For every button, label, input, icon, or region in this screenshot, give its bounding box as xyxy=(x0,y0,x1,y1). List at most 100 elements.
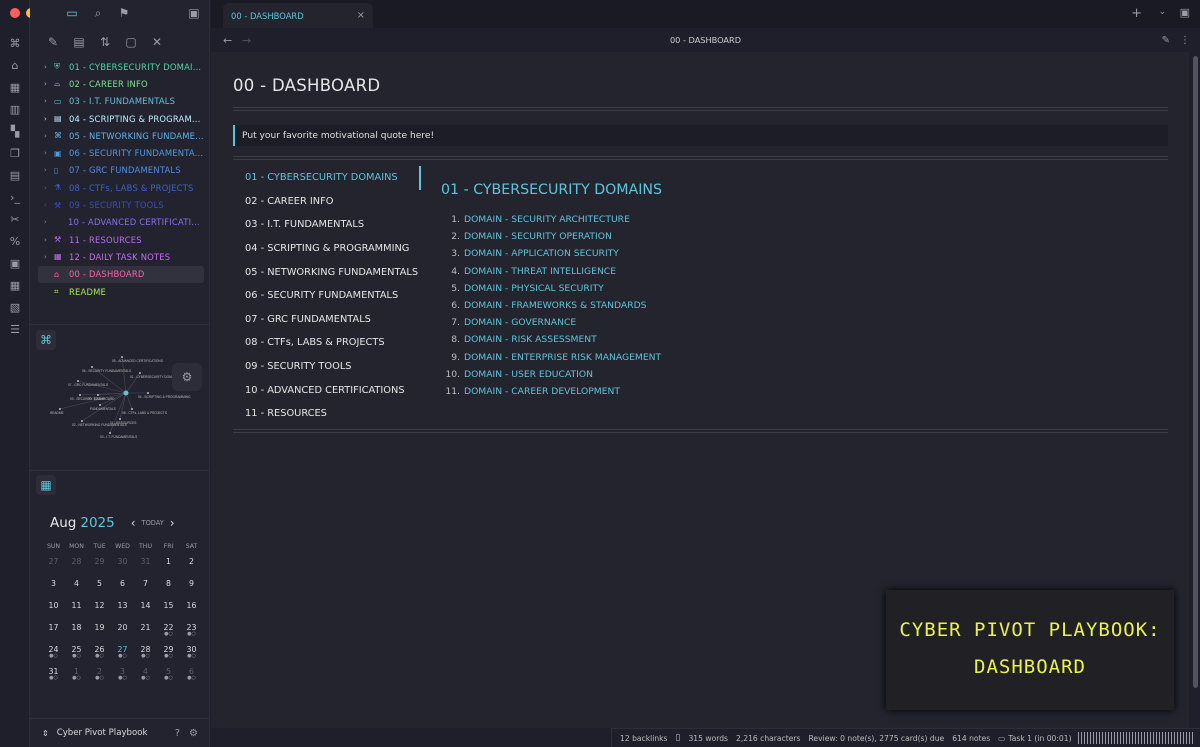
files-icon[interactable]: ▤ xyxy=(6,166,24,184)
tree-item[interactable]: › ▦ 12 - DAILY TASK NOTES xyxy=(38,248,204,265)
calendar-day[interactable]: 19 xyxy=(88,623,111,645)
chevron-right-icon[interactable]: › xyxy=(44,236,54,244)
tree-item[interactable]: › ▣ 06 - SECURITY FUNDAMENTA... xyxy=(38,144,204,161)
calendar-day[interactable]: 7 xyxy=(134,579,157,601)
calendar-day[interactable]: 29 xyxy=(88,557,111,579)
help-icon[interactable]: ? xyxy=(175,728,180,739)
section-tab[interactable]: 10 - ADVANCED CERTIFICATIONS xyxy=(233,378,421,402)
domain-link[interactable]: 4. DOMAIN - THREAT INTELLIGENCE xyxy=(441,266,662,283)
tab-dashboard[interactable]: 00 - DASHBOARD × xyxy=(223,3,373,28)
home-icon[interactable]: ⌂ xyxy=(6,56,24,74)
tab-list-icon[interactable]: ⌄ xyxy=(1158,7,1166,17)
forward-icon[interactable]: → xyxy=(242,34,251,47)
scrollbar[interactable] xyxy=(1193,56,1198,688)
graph-node[interactable] xyxy=(97,394,99,396)
section-tab[interactable]: 05 - NETWORKING FUNDAMENTALS xyxy=(233,260,421,284)
chevron-right-icon[interactable]: › xyxy=(44,184,54,192)
calendar-day[interactable]: 27 ●○ xyxy=(111,645,134,667)
domain-link[interactable]: 1. DOMAIN - SECURITY ARCHITECTURE xyxy=(441,214,662,231)
graph-node[interactable] xyxy=(109,432,111,434)
calendar-day[interactable]: 3 xyxy=(42,579,65,601)
chevron-right-icon[interactable]: › xyxy=(44,166,54,174)
tree-item[interactable]: › ▯ 07 - GRC FUNDAMENTALS xyxy=(38,162,204,179)
graph-node[interactable] xyxy=(119,418,121,420)
tree-item[interactable]: ⌂ 00 - DASHBOARD xyxy=(38,265,204,283)
calendar-day[interactable]: 28 xyxy=(65,557,88,579)
calendar-day[interactable]: 31 xyxy=(134,557,157,579)
slides-icon[interactable]: ▣ xyxy=(6,254,24,272)
calendar-day[interactable]: 30 ●○ xyxy=(180,645,203,667)
calendar-day[interactable]: 20 xyxy=(111,623,134,645)
chevron-right-icon[interactable]: › xyxy=(44,63,54,71)
new-tab-icon[interactable]: + xyxy=(1131,6,1142,21)
section-tab[interactable]: 01 - CYBERSECURITY DOMAINS xyxy=(233,166,421,190)
tree-item[interactable]: › 10 - ADVANCED CERTIFICATIONS xyxy=(38,214,204,231)
section-tab[interactable]: 02 - CAREER INFO xyxy=(233,190,421,214)
calendar-day[interactable]: 23 ●○ xyxy=(180,623,203,645)
search-icon[interactable]: ⌕ xyxy=(90,5,106,21)
tree-item[interactable]: › ⌓ 02 - CAREER INFO xyxy=(38,75,204,92)
calendar-icon[interactable]: ▦ xyxy=(6,78,24,96)
chevron-right-icon[interactable]: › xyxy=(44,115,54,123)
tree-item[interactable]: › ⚗ 08 - CTFs, LABS & PROJECTS xyxy=(38,179,204,196)
domain-link[interactable]: 6. DOMAIN - FRAMEWORKS & STANDARDS xyxy=(441,300,662,317)
next-month-icon[interactable]: › xyxy=(170,516,175,530)
graph-node[interactable] xyxy=(147,392,149,394)
calendar-day[interactable]: 2 xyxy=(180,557,203,579)
calendar-day[interactable]: 5 xyxy=(88,579,111,601)
section-tab[interactable]: 07 - GRC FUNDAMENTALS xyxy=(233,308,421,332)
calendar-day[interactable]: 17 xyxy=(42,623,65,645)
calendar-day[interactable]: 25 ●○ xyxy=(65,645,88,667)
tree-item[interactable]: › ▤ 04 - SCRIPTING & PROGRAM... xyxy=(38,110,204,127)
calendar-day[interactable]: 2 ●○ xyxy=(88,667,111,689)
graph-node[interactable] xyxy=(81,420,83,422)
calendar-day[interactable]: 30 xyxy=(111,557,134,579)
terminal-icon[interactable]: ›_ xyxy=(6,188,24,206)
section-tab[interactable]: 06 - SECURITY FUNDAMENTALS xyxy=(233,284,421,308)
graph-node[interactable] xyxy=(91,366,93,368)
review-status[interactable]: Review: 0 note(s), 2775 card(s) due xyxy=(808,734,944,743)
chevron-right-icon[interactable]: › xyxy=(44,253,54,261)
section-tab[interactable]: 08 - CTFs, LABS & PROJECTS xyxy=(233,331,421,355)
backlinks-count[interactable]: 12 backlinks xyxy=(620,734,668,743)
graph-node[interactable] xyxy=(79,394,81,396)
view-title[interactable]: 00 - DASHBOARD xyxy=(670,35,741,45)
cards-icon[interactable]: ▧ xyxy=(6,298,24,316)
chevron-right-icon[interactable]: › xyxy=(44,97,54,105)
tools-icon[interactable]: ✂ xyxy=(6,210,24,228)
calendar-day[interactable]: 12 xyxy=(88,601,111,623)
calendar-day[interactable]: 22 ●○ xyxy=(157,623,180,645)
calendar-day[interactable]: 27 xyxy=(42,557,65,579)
calendar-day[interactable]: 8 xyxy=(157,579,180,601)
calendar-day[interactable]: 11 xyxy=(65,601,88,623)
bookmark-icon[interactable]: ⚑ xyxy=(116,5,132,21)
calendar-day[interactable]: 3 ●○ xyxy=(111,667,134,689)
prev-month-icon[interactable]: ‹ xyxy=(131,516,136,530)
layout-icon[interactable]: ☰ xyxy=(6,320,24,338)
tree-item[interactable]: › ⛨ 01 - CYBERSECURITY DOMAI... xyxy=(38,58,204,75)
domain-link[interactable]: 3. DOMAIN - APPLICATION SECURITY xyxy=(441,248,662,265)
chevron-right-icon[interactable]: › xyxy=(44,218,54,226)
domain-link[interactable]: 8. DOMAIN - RISK ASSESSMENT xyxy=(441,334,662,351)
template-icon[interactable]: % xyxy=(6,232,24,250)
graph-node[interactable] xyxy=(131,408,133,410)
calendar-day[interactable]: 1 xyxy=(157,557,180,579)
calendar-tab-icon[interactable]: ▦ xyxy=(36,475,56,495)
calendar-day[interactable]: 1 ●○ xyxy=(65,667,88,689)
edit-icon[interactable]: ✎ xyxy=(1162,35,1170,46)
more-options-icon[interactable]: ⋮ xyxy=(1180,35,1190,46)
settings-icon[interactable]: ⚙ xyxy=(189,728,198,739)
graph-node[interactable] xyxy=(121,356,123,358)
graph-node[interactable] xyxy=(139,372,141,374)
calendar-day[interactable]: 6 xyxy=(111,579,134,601)
task-timer[interactable]: Task 1 (in 00:01) xyxy=(1008,734,1071,743)
calendar-day[interactable]: 6 ●○ xyxy=(180,667,203,689)
calendar-day[interactable]: 15 xyxy=(157,601,180,623)
section-tab[interactable]: 11 - RESOURCES xyxy=(233,402,421,426)
calendar-day[interactable]: 10 xyxy=(42,601,65,623)
section-tab[interactable]: 04 - SCRIPTING & PROGRAMMING xyxy=(233,237,421,261)
collapse-all-icon[interactable]: ✕ xyxy=(149,34,165,50)
close-window-button[interactable] xyxy=(10,8,20,18)
sort-icon[interactable]: ⇅ xyxy=(97,34,113,50)
calendar-day[interactable]: 9 xyxy=(180,579,203,601)
